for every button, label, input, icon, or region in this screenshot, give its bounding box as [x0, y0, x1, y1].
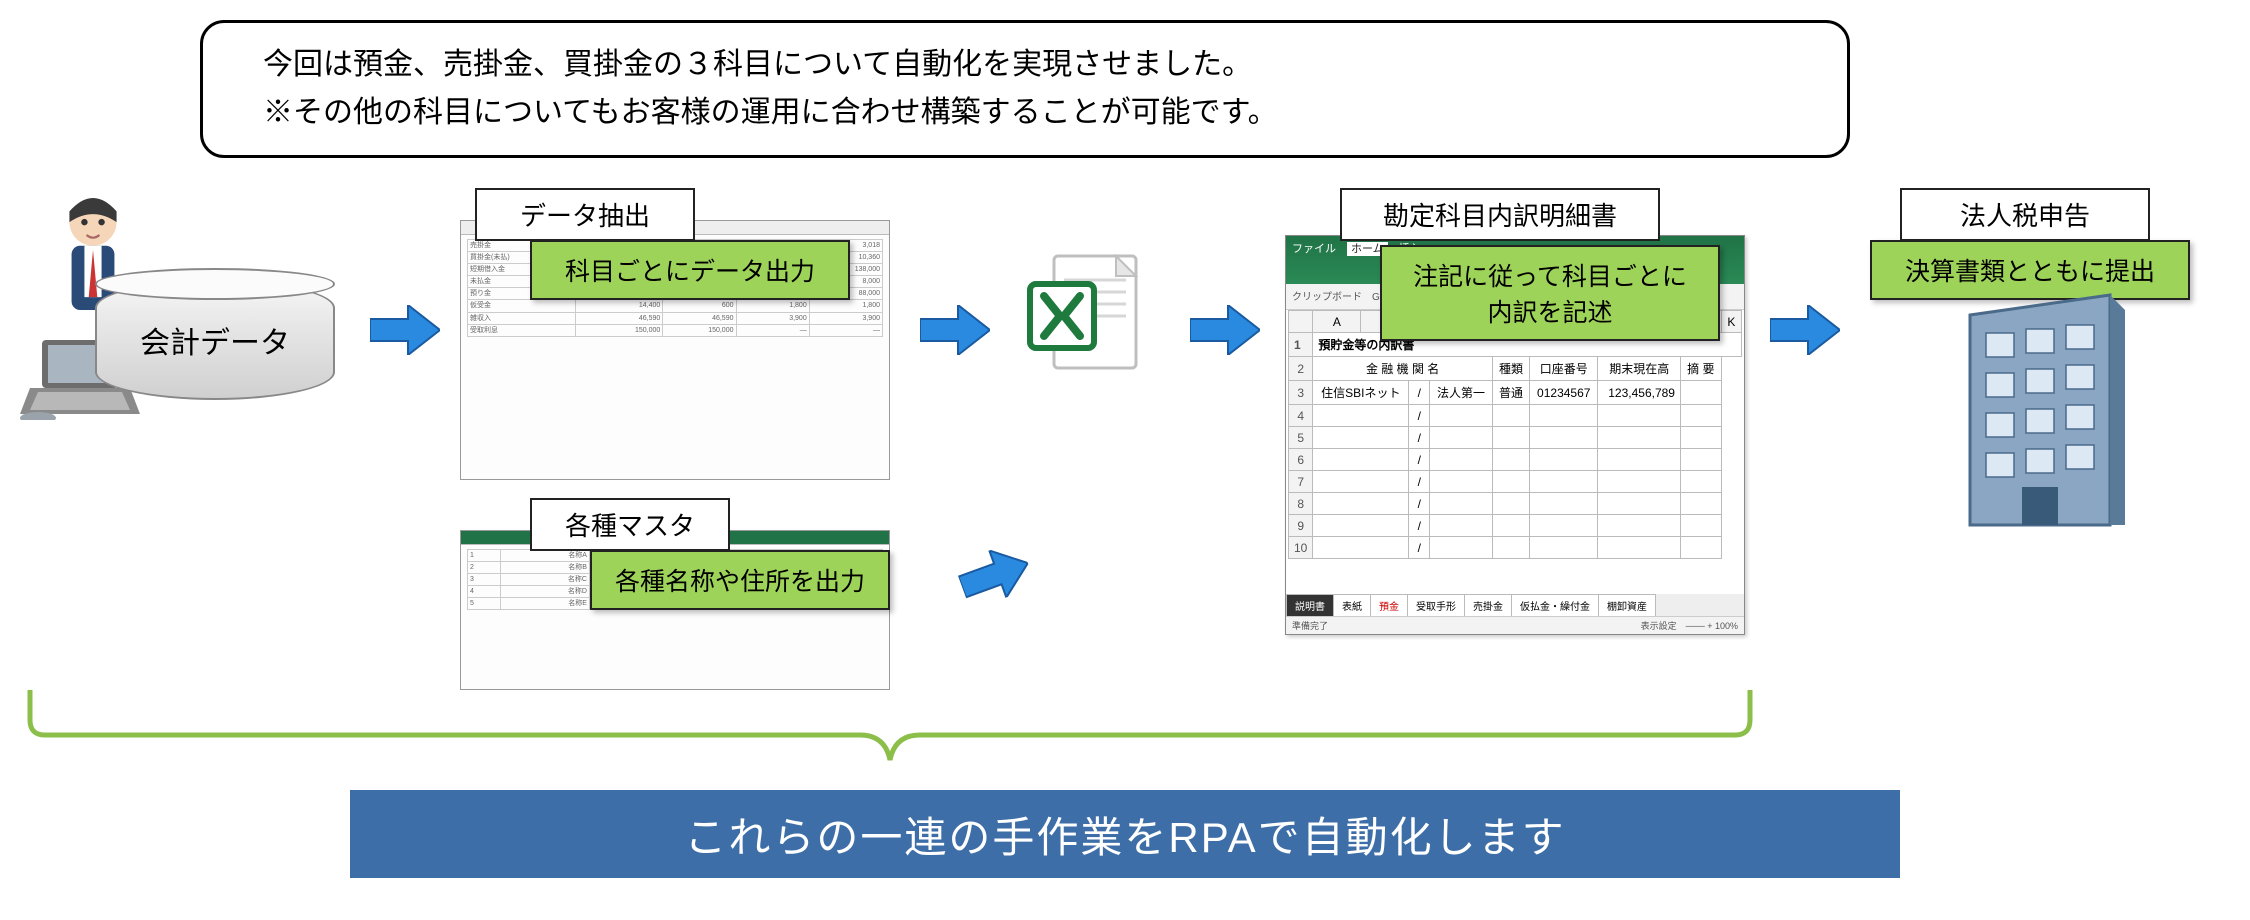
- master-title: 各種マスタ: [530, 498, 730, 551]
- arrow-icon: [920, 305, 990, 355]
- breakdown-title: 勘定科目内訳明細書: [1340, 188, 1660, 241]
- building-icon: [1950, 275, 2130, 535]
- brace-icon: [20, 680, 1760, 770]
- sheet-tab[interactable]: 棚卸資産: [1598, 594, 1656, 616]
- footer-text: これらの一連の手作業をRPAで自動化します: [684, 804, 1565, 865]
- arrow-icon: [1770, 305, 1840, 355]
- arrow-icon: [954, 540, 1037, 611]
- master-action: 各種名称や住所を出力: [590, 550, 890, 610]
- accounting-data-cylinder: 会計データ: [95, 280, 335, 400]
- breakdown-grid: ABCDEFGHIJK 1預貯金等の内訳書 2 金 融 機 関 名 種類 口座番…: [1288, 310, 1742, 559]
- extract-action: 科目ごとにデータ出力: [530, 240, 850, 300]
- sheet-tabs: 説明書 表紙 預金 受取手形 売掛金 仮払金・繰付金 棚卸資産: [1286, 594, 1744, 616]
- status-bar: 準備完了 表示設定 ─── + 100%: [1286, 616, 1744, 634]
- breakdown-action: 注記に従って科目ごとに 内訳を記述: [1380, 245, 1720, 341]
- sheet-tab[interactable]: 仮払金・繰付金: [1511, 594, 1599, 616]
- accounting-data-label: 会計データ: [140, 318, 290, 362]
- sheet-tab[interactable]: 表紙: [1333, 594, 1371, 616]
- arrow-icon: [370, 305, 440, 355]
- sheet-tab[interactable]: 説明書: [1286, 594, 1334, 616]
- arrow-icon: [1190, 305, 1260, 355]
- extract-title: データ抽出: [475, 188, 695, 241]
- sheet-tab[interactable]: 売掛金: [1464, 594, 1512, 616]
- excel-file-icon: [1020, 250, 1150, 380]
- tax-title: 法人税申告: [1900, 188, 2150, 241]
- top-description-line2: ※その他の科目についてもお客様の運用に合わせ構築することが可能です。: [263, 89, 1787, 137]
- top-description: 今回は預金、売掛金、買掛金の３科目について自動化を実現させました。 ※その他の科…: [200, 20, 1850, 158]
- sheet-tab[interactable]: 預金: [1370, 594, 1408, 616]
- top-description-line1: 今回は預金、売掛金、買掛金の３科目について自動化を実現させました。: [263, 41, 1787, 89]
- footer-banner: これらの一連の手作業をRPAで自動化します: [350, 790, 1900, 878]
- flow-area: 会計データ 売掛金84,5677,9813,0183,018 買掛金(未払)21…: [0, 180, 2250, 680]
- sheet-tab[interactable]: 受取手形: [1407, 594, 1465, 616]
